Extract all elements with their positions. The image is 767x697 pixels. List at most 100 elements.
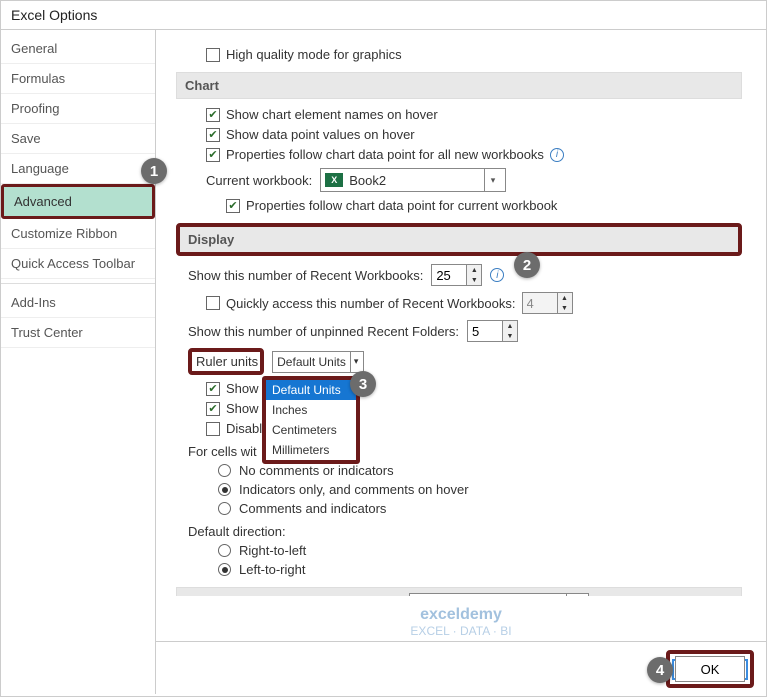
spin-up-icon[interactable]: ▲	[503, 321, 517, 331]
watermark-title: exceldemy	[410, 606, 511, 624]
sidebar-separator	[1, 283, 155, 284]
checkbox-properties-all-workbooks[interactable]	[206, 148, 220, 162]
category-sidebar: General Formulas Proofing Save Language …	[1, 30, 156, 694]
chevron-down-icon: ▾	[484, 169, 502, 191]
spin-down-icon[interactable]: ▼	[467, 275, 481, 285]
sidebar-item-general[interactable]: General	[1, 34, 155, 64]
label-properties-all-workbooks: Properties follow chart data point for a…	[226, 147, 544, 162]
label-indicators-only: Indicators only, and comments on hover	[239, 482, 469, 497]
label-ltr: Left-to-right	[239, 562, 305, 577]
radio-indicators-only[interactable]	[218, 483, 231, 496]
checkbox-disable-hw-accel[interactable]	[206, 422, 220, 436]
sidebar-item-proofing[interactable]: Proofing	[1, 94, 155, 124]
combo-current-workbook[interactable]: Book2 ▾	[320, 168, 506, 192]
ruler-units-highlight: Ruler units	[188, 348, 264, 375]
label-show-chart-element-names: Show chart element names on hover	[226, 107, 438, 122]
combo-display-workbook[interactable]: Book2 ▾	[409, 593, 589, 596]
dropdown-item-millimeters[interactable]: Millimeters	[266, 440, 356, 460]
radio-ltr[interactable]	[218, 563, 231, 576]
sidebar-item-addins[interactable]: Add-Ins	[1, 288, 155, 318]
annotation-2: 2	[514, 252, 540, 278]
annotation-4: 4	[647, 657, 673, 683]
row-quick-access-recent: Quickly access this number of Recent Wor…	[206, 292, 742, 314]
spin-down-icon: ▼	[558, 303, 572, 313]
section-chart: Chart	[176, 72, 742, 99]
checkbox-high-quality-graphics[interactable]	[206, 48, 220, 62]
spin-down-icon[interactable]: ▼	[503, 331, 517, 341]
spin-up-icon[interactable]: ▲	[467, 265, 481, 275]
row-current-workbook: Current workbook: Book2 ▾	[206, 168, 742, 192]
label-high-quality-graphics: High quality mode for graphics	[226, 47, 402, 62]
ok-button[interactable]: OK	[675, 656, 745, 682]
combo-ruler-units[interactable]: Default Units ▾	[272, 351, 364, 373]
dropdown-item-inches[interactable]: Inches	[266, 400, 356, 420]
dropdown-ruler-units: Default Units Inches Centimeters Millime…	[262, 376, 360, 464]
row-opt-rtl: Right-to-left	[218, 543, 742, 558]
watermark: exceldemy EXCEL · DATA · BI	[410, 606, 511, 638]
label-properties-current-workbook: Properties follow chart data point for c…	[246, 198, 557, 213]
sidebar-item-customize-ribbon[interactable]: Customize Ribbon	[1, 219, 155, 249]
dialog-body: General Formulas Proofing Save Language …	[1, 29, 766, 694]
sidebar-item-quick-access-toolbar[interactable]: Quick Access Toolbar	[1, 249, 155, 279]
chevron-down-icon: ▾	[350, 352, 362, 372]
spin-up-icon: ▲	[558, 293, 572, 303]
row-show-data-point-values: Show data point values on hover	[206, 127, 742, 142]
label-current-workbook: Current workbook:	[206, 173, 312, 188]
row-recent-folders: Show this number of unpinned Recent Fold…	[188, 320, 742, 342]
checkbox-show-data-point-values[interactable]	[206, 128, 220, 142]
sidebar-item-language[interactable]: Language	[1, 154, 155, 184]
excel-options-dialog: Excel Options General Formulas Proofing …	[0, 0, 767, 697]
checkbox-quick-access-recent[interactable]	[206, 296, 220, 310]
dialog-footer: OK	[156, 641, 766, 696]
checkbox-properties-current-workbook[interactable]	[226, 199, 240, 213]
chevron-down-icon: ▾	[566, 594, 584, 596]
label-show-data-point-values: Show data point values on hover	[226, 127, 415, 142]
info-icon[interactable]: i	[490, 268, 504, 282]
label-quick-access-recent: Quickly access this number of Recent Wor…	[226, 296, 516, 311]
row-opt-indicators-only: Indicators only, and comments on hover	[218, 482, 742, 497]
row-properties-current-workbook: Properties follow chart data point for c…	[226, 198, 742, 213]
radio-comments-indicators[interactable]	[218, 502, 231, 515]
dropdown-item-centimeters[interactable]: Centimeters	[266, 420, 356, 440]
annotation-3: 3	[350, 371, 376, 397]
label-default-direction: Default direction:	[188, 524, 742, 539]
scroll-area: High quality mode for graphics Chart Sho…	[156, 30, 766, 596]
content-pane: High quality mode for graphics Chart Sho…	[156, 30, 766, 694]
row-ruler-units: Ruler units Default Units ▾ Default Unit…	[188, 348, 742, 375]
spinbox-recent-workbooks[interactable]: ▲▼	[431, 264, 482, 286]
checkbox-show-function-tips[interactable]	[206, 402, 220, 416]
annotation-1: 1	[141, 158, 167, 184]
checkbox-show-chart-element-names[interactable]	[206, 108, 220, 122]
label-recent-folders: Show this number of unpinned Recent Fold…	[188, 324, 459, 339]
input-recent-workbooks[interactable]	[432, 265, 466, 285]
info-icon[interactable]: i	[550, 148, 564, 162]
row-opt-ltr: Left-to-right	[218, 562, 742, 577]
label-recent-workbooks: Show this number of Recent Workbooks:	[188, 268, 423, 283]
sidebar-item-formulas[interactable]: Formulas	[1, 64, 155, 94]
sidebar-item-save[interactable]: Save	[1, 124, 155, 154]
radio-rtl[interactable]	[218, 544, 231, 557]
row-opt-no-comments: No comments or indicators	[218, 463, 742, 478]
dropdown-item-default-units[interactable]: Default Units	[266, 380, 356, 400]
checkbox-show-formula-bar[interactable]	[206, 382, 220, 396]
spinbox-recent-folders[interactable]: ▲▼	[467, 320, 518, 342]
combo-ruler-units-value: Default Units	[277, 355, 346, 369]
label-comments-indicators: Comments and indicators	[239, 501, 386, 516]
sidebar-item-trust-center[interactable]: Trust Center	[1, 318, 155, 348]
ok-highlight: OK	[666, 650, 754, 688]
label-rtl: Right-to-left	[239, 543, 306, 558]
row-properties-all-workbooks: Properties follow chart data point for a…	[206, 147, 742, 162]
combo-current-workbook-value: Book2	[349, 173, 386, 188]
input-recent-folders[interactable]	[468, 321, 502, 341]
section-display-workbook: Display options for this workbook: Book2…	[176, 587, 742, 596]
radio-no-comments[interactable]	[218, 464, 231, 477]
row-show-chart-element-names: Show chart element names on hover	[206, 107, 742, 122]
label-ruler-units: Ruler units	[196, 354, 258, 369]
label-no-comments: No comments or indicators	[239, 463, 394, 478]
row-opt-comments-indicators: Comments and indicators	[218, 501, 742, 516]
row-recent-workbooks: Show this number of Recent Workbooks: ▲▼…	[188, 264, 742, 286]
ok-focus-ring: OK	[672, 659, 748, 680]
spinbox-quick-access-recent: ▲▼	[522, 292, 573, 314]
window-title: Excel Options	[1, 1, 766, 29]
sidebar-item-advanced[interactable]: Advanced	[1, 184, 155, 219]
